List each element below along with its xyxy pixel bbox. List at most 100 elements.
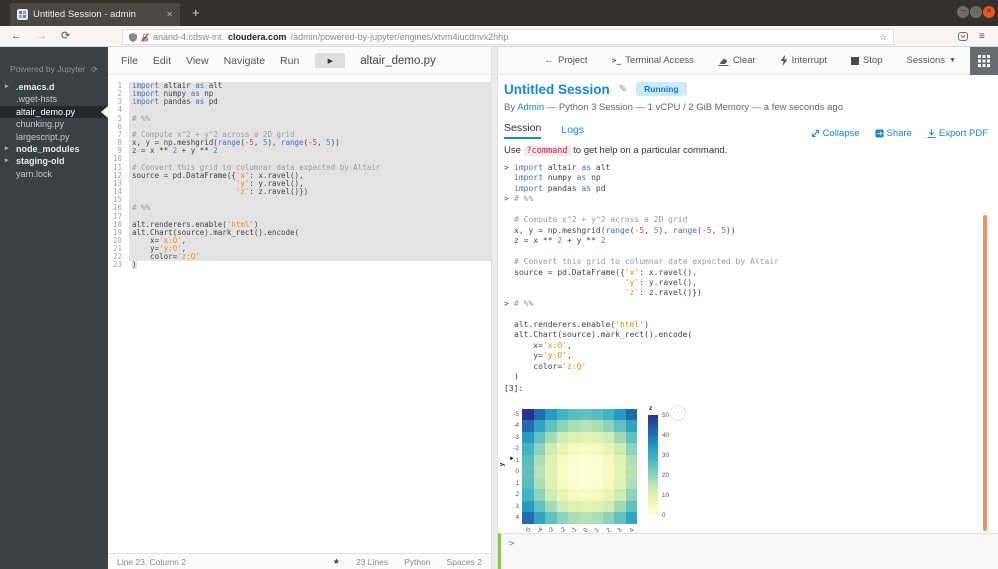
heatmap-cell bbox=[603, 432, 615, 444]
share-button[interactable]: Share bbox=[875, 128, 912, 139]
url-field[interactable]: anand-4.cdsw-int.cloudera.com/admin/powe… bbox=[122, 29, 894, 45]
session-panel: ←Project >_Terminal Access Clear Interru… bbox=[498, 47, 998, 569]
menu-run[interactable]: Run bbox=[280, 55, 299, 67]
console-line-6: # Compute x^2 + y^2 across a 2D grid bbox=[504, 215, 988, 225]
panel-divider[interactable] bbox=[491, 47, 498, 569]
window-minimize-button[interactable]: ─ bbox=[957, 6, 969, 18]
console-line-17: alt.Chart(source).mark_rect().encode( bbox=[504, 330, 988, 340]
heatmap-cell bbox=[534, 420, 546, 432]
y-tick-label: 1 bbox=[504, 478, 519, 490]
window-close-button[interactable]: ✕ bbox=[983, 6, 995, 18]
code-line-22[interactable]: 22 color='z:Q' bbox=[108, 253, 491, 261]
editor-panel: File Edit View Navigate Run ▶ altair_dem… bbox=[108, 47, 491, 569]
y-tick-label: 4 bbox=[504, 512, 519, 524]
heatmap-cell bbox=[591, 512, 603, 524]
reload-icon[interactable]: ⟳ bbox=[61, 31, 70, 42]
menu-edit[interactable]: Edit bbox=[153, 55, 171, 67]
code-line-14[interactable]: 14 'z': z.ravel()}) bbox=[108, 188, 491, 196]
export-pdf-button[interactable]: Export PDF bbox=[927, 128, 988, 139]
heatmap-cell bbox=[534, 478, 546, 490]
sidebar-item-chunking-py[interactable]: chunking.py bbox=[0, 118, 108, 130]
sessions-dropdown[interactable]: Sessions▼ bbox=[907, 55, 957, 66]
console-indent bbox=[504, 247, 514, 257]
heatmap-cell bbox=[580, 455, 592, 467]
console-line-18: x='x:O', bbox=[504, 341, 988, 351]
folder-caret-icon: ▸ bbox=[5, 81, 9, 93]
favorite-star-icon[interactable]: ★ bbox=[333, 557, 340, 566]
heatmap-cell bbox=[568, 432, 580, 444]
heatmap-cell bbox=[545, 409, 557, 421]
tab-session[interactable]: Session bbox=[504, 122, 541, 139]
code-editor[interactable]: 1import altair as alt2import numpy as np… bbox=[108, 75, 491, 553]
url-path: /admin/powered-by-jupyter/engines/xtvm4i… bbox=[291, 32, 509, 42]
stop-button[interactable]: Stop bbox=[851, 55, 883, 66]
indent-setting[interactable]: Spaces 2 bbox=[447, 557, 482, 567]
sidebar-item-altair-demo-py[interactable]: altair_demo.py bbox=[0, 106, 108, 118]
console-line-13: 'z': z.ravel()}) bbox=[504, 288, 988, 298]
interrupt-button[interactable]: Interrupt bbox=[780, 55, 827, 66]
scroll-indicator[interactable] bbox=[983, 215, 987, 531]
browser-tab[interactable]: Untitled Session - admin ✕ bbox=[10, 3, 180, 26]
bookmark-star-icon[interactable]: ☆ bbox=[879, 32, 887, 43]
language-mode[interactable]: Python bbox=[404, 557, 430, 567]
code-line-9[interactable]: 9z = x ** 2 + y ** 2 bbox=[108, 147, 491, 155]
code-line-16[interactable]: 16# %% bbox=[108, 204, 491, 212]
code-line-5[interactable]: 5# %% bbox=[108, 115, 491, 123]
collapse-button[interactable]: Collapse bbox=[811, 128, 860, 139]
heatmap-cell bbox=[603, 501, 615, 513]
project-button[interactable]: ←Project bbox=[545, 55, 588, 66]
console-line-19: y='y:O', bbox=[504, 351, 988, 361]
eraser-icon bbox=[718, 56, 729, 66]
chart-options-button[interactable]: ··· bbox=[670, 405, 686, 421]
sidebar-item-emacs-d[interactable]: ▸.emacs.d bbox=[0, 81, 108, 93]
browser-window: Untitled Session - admin ✕ + ─ □ ✕ ← → ⟳… bbox=[0, 0, 998, 569]
sidebar-item-largescript-py[interactable]: largescript.py bbox=[0, 131, 108, 143]
back-icon[interactable]: ← bbox=[11, 31, 22, 42]
menu-view[interactable]: View bbox=[186, 55, 209, 67]
sidebar-item-yarn-lock[interactable]: yarn.lock bbox=[0, 168, 108, 180]
clear-button[interactable]: Clear bbox=[718, 55, 756, 66]
window-maximize-button[interactable]: □ bbox=[970, 6, 982, 18]
y-tick-label: 3 bbox=[504, 501, 519, 513]
sidebar-header: Powered by Jupyter ⟳ bbox=[0, 47, 108, 81]
lock-icon[interactable] bbox=[141, 33, 149, 42]
y-tick-label: -4 bbox=[504, 420, 519, 432]
sidebar-item-wget-hsts[interactable]: .wget-hsts bbox=[0, 93, 108, 105]
forward-icon[interactable]: → bbox=[36, 31, 47, 42]
pocket-icon[interactable] bbox=[958, 32, 968, 44]
code-line-15[interactable]: 15 bbox=[108, 196, 491, 204]
apps-grid-button[interactable] bbox=[970, 47, 998, 75]
menu-icon[interactable]: ≡ bbox=[979, 31, 985, 42]
sidebar-item-staging-old[interactable]: ▸staging-old bbox=[0, 155, 108, 167]
legend-tick-label: 0 bbox=[662, 512, 666, 519]
heatmap-cell bbox=[545, 432, 557, 444]
tab-close-icon[interactable]: ✕ bbox=[166, 10, 173, 19]
menu-file[interactable]: File bbox=[121, 55, 138, 67]
code-line-3[interactable]: 3import pandas as pd bbox=[108, 98, 491, 106]
terminal-access-button[interactable]: >_Terminal Access bbox=[612, 55, 694, 66]
code-line-4[interactable]: 4 bbox=[108, 106, 491, 114]
heatmap-cell bbox=[534, 466, 546, 478]
user-link[interactable]: Admin bbox=[517, 102, 544, 113]
heatmap-cell bbox=[557, 478, 569, 490]
heatmap-cell bbox=[580, 420, 592, 432]
code-line-23[interactable]: 23) bbox=[108, 261, 491, 269]
sidebar-item-node-modules[interactable]: ▸node_modules bbox=[0, 143, 108, 155]
y-tick-label: -5 bbox=[504, 409, 519, 421]
console-line-15 bbox=[504, 309, 988, 319]
heatmap-cell bbox=[568, 466, 580, 478]
menu-navigate[interactable]: Navigate bbox=[224, 55, 265, 67]
new-tab-button[interactable]: + bbox=[192, 5, 200, 20]
heatmap-cell bbox=[614, 489, 626, 501]
shield-icon[interactable] bbox=[129, 33, 137, 42]
cdsw-app: Powered by Jupyter ⟳ ▸.emacs.d.wget-hsts… bbox=[0, 47, 998, 569]
tab-logs[interactable]: Logs bbox=[561, 124, 584, 139]
refresh-icon[interactable]: ⟳ bbox=[91, 65, 98, 74]
heatmap-cell bbox=[626, 501, 638, 513]
console-input[interactable]: > bbox=[498, 533, 998, 569]
heatmap-cell bbox=[522, 466, 534, 478]
edit-pencil-icon[interactable]: ✎ bbox=[619, 84, 627, 95]
heatmap-cell bbox=[545, 478, 557, 490]
console-line-21: ) bbox=[504, 372, 988, 382]
file-label: yarn.lock bbox=[16, 169, 52, 179]
